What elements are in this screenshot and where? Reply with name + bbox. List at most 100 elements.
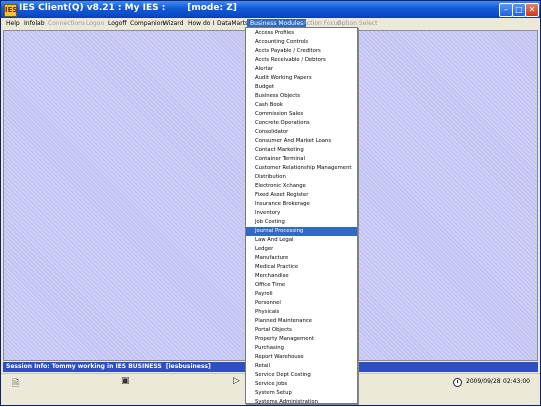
clock-icon	[453, 378, 462, 387]
menu-item-label: Distribution	[255, 174, 286, 180]
menu-wizard[interactable]: Wizard	[163, 20, 183, 27]
maximize-button[interactable]: □	[512, 3, 526, 17]
menu-item-label: Inventory	[255, 210, 281, 216]
document-icon[interactable]: 🗎	[12, 376, 19, 392]
menu-item-label: Accounting Controls	[255, 39, 309, 45]
window-title: IES Client(Q) v8.21 : My IES : [mode: Z]	[19, 3, 237, 13]
menu-item-label: Personnel	[255, 300, 281, 306]
menu-item-commission-sales[interactable]: Commission Sales	[246, 110, 357, 119]
menu-item-label: Medical Practice	[255, 264, 299, 270]
menu-item-consumer-and-market-loans[interactable]: Consumer And Market Loans	[246, 137, 357, 146]
menu-item-label: Journal Processing	[255, 228, 304, 234]
menu-item-label: Customer Relationship Management	[255, 165, 352, 171]
menu-item-label: Office Time	[255, 282, 286, 288]
menu-item-label: Electronic Xchange	[255, 183, 306, 189]
menu-item-label: Job Costing	[255, 219, 285, 225]
menu-item-label: Accts Payable / Creditors	[255, 48, 321, 54]
status-date: 2009/09/28	[466, 378, 501, 385]
menu-item-physicals[interactable]: Physicals	[246, 308, 357, 317]
menu-item-label: Audit Working Papers	[255, 75, 312, 81]
menu-item-access-profiles[interactable]: Access Profiles	[246, 29, 357, 38]
menu-item-inventory[interactable]: Inventory	[246, 209, 357, 218]
menu-item-label: Concrete Operations	[255, 120, 310, 126]
menu-item-label: Manufacture	[255, 255, 289, 261]
menu-item-contact-marketing[interactable]: Contact Marketing	[246, 146, 357, 155]
menu-item-job-costing[interactable]: Job Costing	[246, 218, 357, 227]
menu-item-alertar[interactable]: Alertar	[246, 65, 357, 74]
menu-item-customer-relationship-management[interactable]: Customer Relationship Management	[246, 164, 357, 173]
menu-how-do-i[interactable]: How do I	[188, 20, 214, 27]
menu-item-label: Planned Maintenance	[255, 318, 313, 324]
menu-item-office-time[interactable]: Office Time	[246, 281, 357, 290]
menu-item-personnel[interactable]: Personnel	[246, 299, 357, 308]
menu-item-label: Service Dept Costing	[255, 372, 311, 378]
menu-item-journal-processing[interactable]: Journal Processing	[246, 227, 357, 236]
menu-logoff[interactable]: Logoff	[108, 20, 127, 27]
menu-item-label: Service Jobs	[255, 381, 288, 387]
maximize-icon: □	[515, 5, 523, 14]
menu-item-ledger[interactable]: Ledger	[246, 245, 357, 254]
menu-item-accounting-controls[interactable]: Accounting Controls	[246, 38, 357, 47]
menu-item-audit-working-papers[interactable]: Audit Working Papers	[246, 74, 357, 83]
menu-item-container-terminal[interactable]: Container Terminal	[246, 155, 357, 164]
menu-item-fixed-asset-register[interactable]: Fixed Asset Register	[246, 191, 357, 200]
menu-item-report-warehouse[interactable]: Report Warehouse	[246, 353, 357, 362]
menu-item-service-jobs[interactable]: Service Jobs	[246, 380, 357, 389]
menu-item-label: Access Profiles	[255, 30, 295, 36]
close-icon: ✕	[528, 5, 536, 14]
menu-item-retail[interactable]: Retail	[246, 362, 357, 371]
menu-item-label: Consolidator	[255, 129, 289, 135]
menu-item-insurance-brokerage[interactable]: Insurance Brokerage	[246, 200, 357, 209]
menu-item-accts-receivable-debtors[interactable]: Accts Receivable / Debtors	[246, 56, 357, 65]
menu-item-label: Commission Sales	[255, 111, 304, 117]
menu-item-label: Law And Legal	[255, 237, 294, 243]
menu-item-label: Retail	[255, 363, 270, 369]
menu-help[interactable]: Help	[6, 20, 20, 27]
menu-item-budget[interactable]: Budget	[246, 83, 357, 92]
menu-item-consolidator[interactable]: Consolidator	[246, 128, 357, 137]
menu-item-distribution[interactable]: Distribution	[246, 173, 357, 182]
menu-item-label: Report Warehouse	[255, 354, 304, 360]
menu-item-label: Cash Book	[255, 102, 283, 108]
menu-item-label: Ledger	[255, 246, 274, 252]
status-time: 02:43:00	[503, 378, 530, 385]
menu-item-label: Physicals	[255, 309, 280, 315]
save-icon[interactable]: ▣	[121, 376, 130, 386]
menu-option-select: Option Select	[337, 20, 378, 27]
menu-item-label: System Setup	[255, 390, 292, 396]
menu-datamarts[interactable]: DataMarts	[217, 20, 248, 27]
menu-item-payroll[interactable]: Payroll	[246, 290, 357, 299]
menu-item-label: Property Management	[255, 336, 314, 342]
menu-item-label: Payroll	[255, 291, 273, 297]
menu-item-label: Purchasing	[255, 345, 284, 351]
title-bar[interactable]: IES IES Client(Q) v8.21 : My IES : [mode…	[1, 1, 540, 18]
menu-item-manufacture[interactable]: Manufacture	[246, 254, 357, 263]
menu-item-law-and-legal[interactable]: Law And Legal	[246, 236, 357, 245]
menu-item-purchasing[interactable]: Purchasing	[246, 344, 357, 353]
business-modules-dropdown: Access Profiles Accounting Controls Accts …	[245, 27, 358, 405]
menu-item-cash-book[interactable]: Cash Book	[246, 101, 357, 110]
app-icon: IES	[4, 4, 17, 17]
menu-infolab[interactable]: Infolab	[24, 20, 45, 27]
menu-business-modules[interactable]: Business Modules	[247, 19, 307, 27]
menu-item-medical-practice[interactable]: Medical Practice	[246, 263, 357, 272]
run-icon[interactable]: ▷	[233, 376, 240, 386]
menu-item-accts-payable-creditors[interactable]: Accts Payable / Creditors	[246, 47, 357, 56]
close-button[interactable]: ✕	[525, 3, 539, 17]
menu-item-system-setup[interactable]: System Setup	[246, 389, 357, 398]
menu-item-label: Budget	[255, 84, 275, 90]
menu-item-property-management[interactable]: Property Management	[246, 335, 357, 344]
menu-item-service-dept-costing[interactable]: Service Dept Costing	[246, 371, 357, 380]
minimize-button[interactable]: –	[499, 3, 513, 17]
menu-logon: Logon	[86, 20, 105, 27]
menu-item-planned-maintenance[interactable]: Planned Maintenance	[246, 317, 357, 326]
menu-item-business-objects[interactable]: Business Objects	[246, 92, 357, 101]
menu-item-label: Business Objects	[255, 93, 301, 99]
menu-item-label: Container Terminal	[255, 156, 305, 162]
menu-item-concrete-operations[interactable]: Concrete Operations	[246, 119, 357, 128]
session-info: Session Info: Tommy working in IES BUSIN…	[6, 363, 211, 370]
menu-companion[interactable]: Companion	[130, 20, 164, 27]
menu-item-merchandise[interactable]: Merchandise	[246, 272, 357, 281]
menu-item-electronic-xchange[interactable]: Electronic Xchange	[246, 182, 357, 191]
menu-item-portal-objects[interactable]: Portal Objects	[246, 326, 357, 335]
